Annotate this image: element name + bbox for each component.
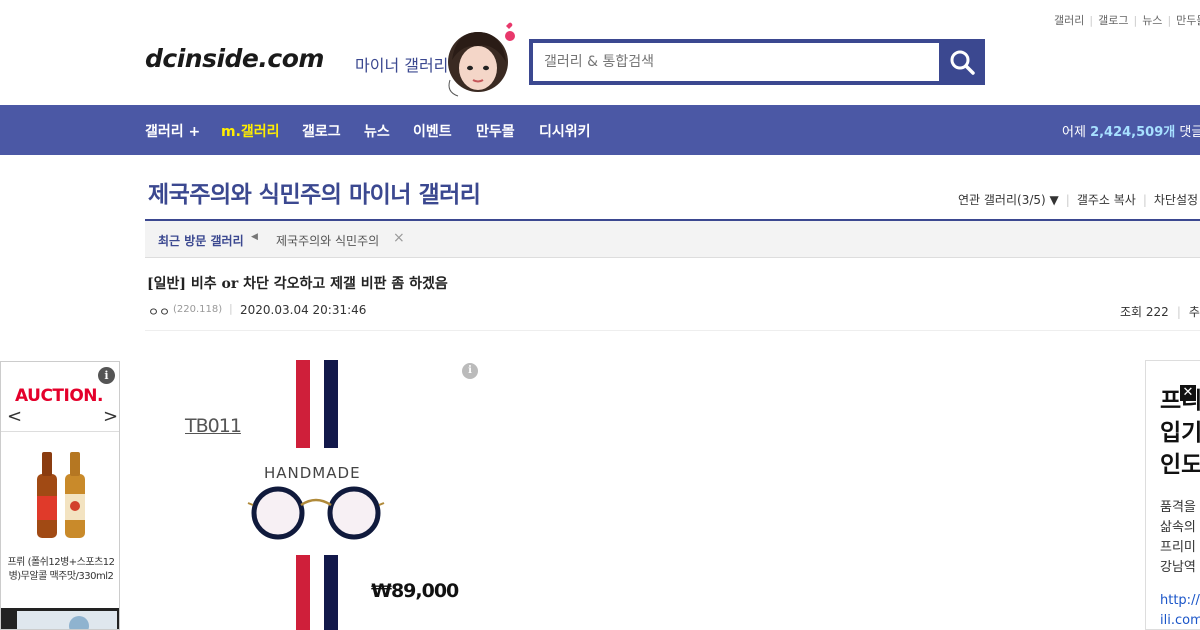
ad-price: ₩89,000: [371, 580, 459, 602]
gallery-title[interactable]: 제국주의와 식민주의 마이너 갤러리: [148, 175, 481, 209]
post-stats: 조회 222|추천: [1120, 303, 1200, 320]
right-side-ad[interactable]: 프리 입기 인도 ✕ 품격을 삶속의 프리미 강남역 http://w ili.…: [1145, 360, 1200, 630]
close-icon[interactable]: ×: [393, 230, 405, 246]
block-settings-link[interactable]: 차단설정: [1154, 193, 1198, 207]
nav-gallog[interactable]: 갤로그: [302, 121, 341, 141]
stats-suffix: 댓글: [1179, 125, 1200, 140]
nav-event[interactable]: 이벤트: [413, 121, 452, 141]
caret-left-icon[interactable]: ◀: [251, 232, 258, 242]
caret-down-icon: ▼: [1049, 193, 1059, 207]
minor-gallery-label[interactable]: 마이너 갤러리: [355, 52, 448, 76]
post-author[interactable]: ㅇㅇ: [148, 303, 170, 320]
search-box: [529, 39, 985, 85]
right-ad-link[interactable]: http://w ili.com: [1160, 591, 1200, 629]
right-ad-body: 품격을 삶속의 프리미 강남역: [1160, 500, 1196, 575]
auction-logo: AUCTION.: [15, 386, 103, 406]
recent-label: 최근 방문 갤러리: [158, 234, 244, 248]
ad-tagline: HANDMADE: [264, 464, 361, 482]
copy-address-link[interactable]: 갤주소 복사: [1077, 193, 1136, 207]
ad-divider: [1, 431, 119, 432]
close-icon[interactable]: ✕: [1180, 385, 1196, 401]
related-gallery-link[interactable]: 연관 갤러리(3/5) ▼: [958, 193, 1059, 207]
nav-mall[interactable]: 만두몰: [476, 121, 515, 141]
search-button[interactable]: [943, 43, 981, 81]
chevron-left-icon[interactable]: <: [7, 406, 22, 427]
center-ad[interactable]: i TB011 HANDMADE ₩89,000: [145, 355, 490, 630]
nav-stats: 어제 2,424,509개 댓글: [1062, 121, 1200, 140]
top-link-news[interactable]: 뉴스: [1142, 14, 1162, 27]
main-nav: 갤러리 + m.갤러리 갤로그 뉴스 이벤트 만두몰 디시위키 어제 2,424…: [0, 105, 1200, 155]
search-input[interactable]: [533, 43, 939, 81]
post-views: 조회 222: [1120, 305, 1169, 319]
top-links: 갤러리|갤로그|뉴스|만두몰: [1054, 12, 1200, 28]
nav-gallery-plus[interactable]: 갤러리 +: [145, 121, 200, 141]
ad-next-thumbnail: [1, 608, 119, 629]
top-link-gallery[interactable]: 갤러리: [1054, 14, 1084, 27]
top-link-mall[interactable]: 만두몰: [1176, 14, 1200, 27]
divider: |: [229, 302, 233, 315]
post-divider: [145, 330, 1200, 331]
stats-prefix: 어제: [1062, 125, 1086, 140]
beer-bottles-image: [31, 450, 91, 540]
post-ip: (220.118): [173, 304, 223, 315]
site-logo[interactable]: dcinside.com: [145, 44, 324, 73]
glasses-image: [247, 486, 385, 540]
left-side-ad[interactable]: AUCTION. i < > 프뤼 (폴쉬12병+스포츠12병)무알콜 맥주맛/…: [0, 361, 120, 630]
info-icon[interactable]: i: [98, 367, 115, 384]
ad-model-name: TB011: [185, 415, 242, 437]
recent-visited-bar: 최근 방문 갤러리 ◀ 제국주의와 식민주의 ×: [145, 221, 1200, 258]
post-title: [일반] 비추 or 차단 각오하고 제갤 비판 좀 하겠음: [147, 276, 448, 292]
nav-wiki[interactable]: 디시위키: [539, 121, 591, 141]
top-link-gallog[interactable]: 갤로그: [1098, 14, 1128, 27]
gallery-links: 연관 갤러리(3/5) ▼ | 갤주소 복사 | 차단설정: [958, 193, 1199, 207]
search-icon: [950, 50, 975, 75]
mascot-avatar-image: [444, 20, 516, 100]
recent-item[interactable]: 제국주의와 식민주의: [276, 232, 379, 249]
stats-value: 2,424,509개: [1090, 125, 1176, 140]
post-date: 2020.03.04 20:31:46: [240, 303, 367, 317]
post-recommend: 추천: [1188, 305, 1200, 319]
chevron-right-icon[interactable]: >: [103, 406, 118, 427]
nav-news[interactable]: 뉴스: [364, 121, 390, 141]
nav-minor-gallery[interactable]: m.갤러리: [221, 121, 280, 141]
ad-product-text: 프뤼 (폴쉬12병+스포츠12병)무알콜 맥주맛/330ml2: [7, 557, 115, 582]
